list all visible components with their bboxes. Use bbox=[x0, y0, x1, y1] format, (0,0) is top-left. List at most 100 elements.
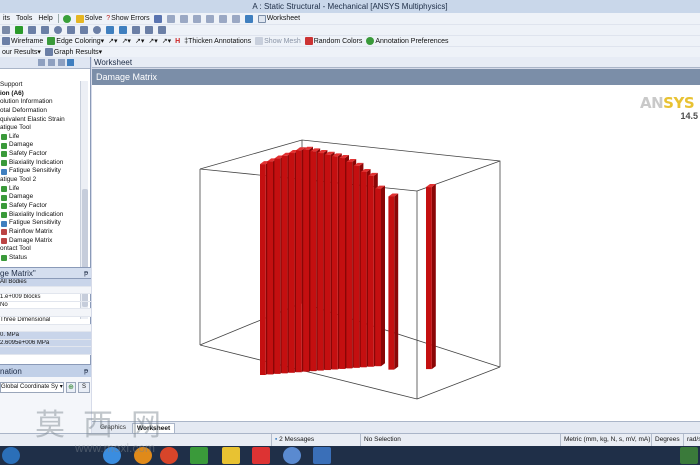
worksheet-tab[interactable]: Worksheet bbox=[92, 57, 700, 68]
random-colors-button[interactable]: Random Colors bbox=[303, 36, 365, 46]
toolbar-btn-7[interactable] bbox=[78, 25, 91, 35]
worksheet-button[interactable]: Worksheet bbox=[256, 14, 302, 24]
menu-help[interactable]: Help bbox=[35, 15, 55, 22]
view-toolbar-button-1[interactable] bbox=[152, 14, 165, 24]
toolbar-btn-9[interactable] bbox=[104, 25, 117, 35]
toolbar-btn-5[interactable] bbox=[52, 25, 65, 35]
menu-tools[interactable]: Tools bbox=[13, 15, 35, 22]
tree-item[interactable]: ion (A6) bbox=[0, 90, 80, 99]
edge-button-4[interactable]: ↗▾ bbox=[146, 36, 159, 46]
edge-button-1[interactable]: ↗▾ bbox=[106, 36, 119, 46]
tree-item[interactable]: Damage bbox=[0, 193, 80, 202]
toolbar-btn-3[interactable] bbox=[26, 25, 39, 35]
media-player-icon[interactable] bbox=[134, 447, 152, 464]
tree-item[interactable]: atigue Tool bbox=[0, 124, 80, 133]
app-icon-v[interactable] bbox=[680, 447, 698, 464]
coordinate-system-select[interactable]: Global Coordinate Sy ▾ bbox=[0, 382, 64, 393]
details-row[interactable] bbox=[0, 347, 91, 355]
thicken-button[interactable]: H bbox=[173, 36, 182, 46]
tree-item[interactable]: Life bbox=[0, 185, 80, 194]
details-row[interactable]: 2.6095e+006 MPa bbox=[0, 339, 91, 348]
coordinate-icon[interactable]: ⊕ bbox=[66, 382, 76, 393]
edge-button-2[interactable]: ↗▾ bbox=[120, 36, 133, 46]
details-row[interactable]: Three Dimensional bbox=[0, 317, 91, 325]
toolbar-btn-1[interactable] bbox=[0, 25, 13, 35]
view-toolbar-button-2[interactable] bbox=[165, 14, 178, 24]
details-row[interactable]: 1.e+009 blocks bbox=[0, 294, 91, 302]
tree-item-label: Damage bbox=[9, 193, 34, 201]
ansys-workbench-icon[interactable] bbox=[222, 447, 240, 464]
contour-results-label: our Results bbox=[2, 48, 38, 56]
toolbar-btn-12[interactable] bbox=[143, 25, 156, 35]
worksheet-label: Worksheet bbox=[266, 15, 301, 22]
annotation-preferences-button[interactable]: Annotation Preferences bbox=[364, 36, 450, 46]
graphics-tab[interactable]: Graphics bbox=[96, 423, 130, 433]
tree-item[interactable]: Biaxiality Indication bbox=[0, 159, 80, 168]
tree-item[interactable]: otal Deformation bbox=[0, 107, 80, 116]
outline-btn-1[interactable] bbox=[38, 59, 45, 66]
details-row[interactable] bbox=[0, 309, 91, 317]
details-row[interactable] bbox=[0, 286, 91, 295]
tree-item[interactable]: quivalent Elastic Strain bbox=[0, 116, 80, 125]
details-row[interactable]: No bbox=[0, 302, 91, 310]
edge-button-5[interactable]: ↗▾ bbox=[160, 36, 173, 46]
menu-edit[interactable]: its bbox=[0, 15, 13, 22]
refresh-button[interactable] bbox=[61, 14, 74, 24]
show-errors-button[interactable]: ? Show Errors bbox=[104, 14, 151, 24]
tree-item[interactable]: Safety Factor bbox=[0, 150, 80, 159]
tree-item[interactable]: atigue Tool 2 bbox=[0, 176, 80, 185]
windows-start-icon[interactable] bbox=[2, 447, 20, 464]
result-icon bbox=[1, 160, 7, 167]
tree-item[interactable]: Biaxiality Indication bbox=[0, 211, 80, 220]
edge-button-3[interactable]: ↗▾ bbox=[133, 36, 146, 46]
toolbar-btn-13[interactable] bbox=[156, 25, 169, 35]
graphics-canvas[interactable]: ANSYS 14.5 bbox=[92, 85, 700, 421]
tree-item[interactable]: Rainflow Matrix bbox=[0, 228, 80, 237]
worksheet-bottom-tab[interactable]: Worksheet bbox=[132, 423, 176, 433]
tree-item[interactable]: Support bbox=[0, 81, 80, 90]
app-icon-network[interactable] bbox=[313, 447, 331, 464]
edge-coloring-button[interactable]: Edge Coloring ▾ bbox=[45, 36, 106, 46]
toolbar-btn-8[interactable] bbox=[91, 25, 104, 35]
view-toolbar-button-6[interactable] bbox=[217, 14, 230, 24]
view-toolbar-button-8[interactable] bbox=[243, 14, 256, 24]
tree-item[interactable]: Fatigue Sensitivity bbox=[0, 219, 80, 228]
coordinate-button[interactable]: S bbox=[78, 382, 90, 393]
details-row[interactable]: All Bodies bbox=[0, 279, 91, 287]
details-row[interactable]: 0. MPa bbox=[0, 332, 91, 340]
ie-icon[interactable] bbox=[103, 447, 121, 464]
tree-item[interactable]: Damage bbox=[0, 141, 80, 150]
thicken-annotations-button[interactable]: ‡ Thicken Annotations bbox=[182, 36, 253, 46]
ansys-version: 14.5 bbox=[680, 111, 698, 121]
contour-results-button[interactable]: our Results ▾ bbox=[0, 47, 43, 57]
details-row[interactable] bbox=[0, 324, 91, 333]
toolbar-btn-11[interactable] bbox=[130, 25, 143, 35]
view-toolbar-button-7[interactable] bbox=[230, 14, 243, 24]
tree-item[interactable]: Fatigue Sensitivity bbox=[0, 167, 80, 176]
toolbar-btn-10[interactable] bbox=[117, 25, 130, 35]
app-icon-green[interactable] bbox=[190, 447, 208, 464]
tree-item[interactable]: Status bbox=[0, 254, 80, 263]
view-toolbar-button-5[interactable] bbox=[204, 14, 217, 24]
wireframe-button[interactable]: Wireframe bbox=[0, 36, 45, 46]
tree-item[interactable]: Life bbox=[0, 133, 80, 142]
toolbar-btn-4[interactable] bbox=[39, 25, 52, 35]
gmail-icon[interactable] bbox=[252, 447, 270, 464]
app-icon-blue[interactable] bbox=[283, 447, 301, 464]
outline-btn-3[interactable] bbox=[58, 59, 65, 66]
tree-item[interactable]: olution Information bbox=[0, 98, 80, 107]
tree-item-label: Damage bbox=[9, 141, 34, 149]
show-mesh-button[interactable]: Show Mesh bbox=[253, 36, 303, 46]
tree-item[interactable]: ontact Tool bbox=[0, 245, 80, 254]
toolbar-btn-2[interactable] bbox=[13, 25, 26, 35]
tree-item[interactable]: Safety Factor bbox=[0, 202, 80, 211]
solve-button[interactable]: Solve bbox=[74, 14, 105, 24]
tree-item[interactable]: Damage Matrix bbox=[0, 237, 80, 246]
toolbar-btn-6[interactable] bbox=[65, 25, 78, 35]
graph-results-button[interactable]: Graph Results ▾ bbox=[43, 47, 104, 57]
outline-btn-4[interactable] bbox=[67, 59, 74, 66]
outline-btn-2[interactable] bbox=[48, 59, 55, 66]
view-toolbar-button-4[interactable] bbox=[191, 14, 204, 24]
view-toolbar-button-3[interactable] bbox=[178, 14, 191, 24]
chrome-icon[interactable] bbox=[160, 447, 178, 464]
